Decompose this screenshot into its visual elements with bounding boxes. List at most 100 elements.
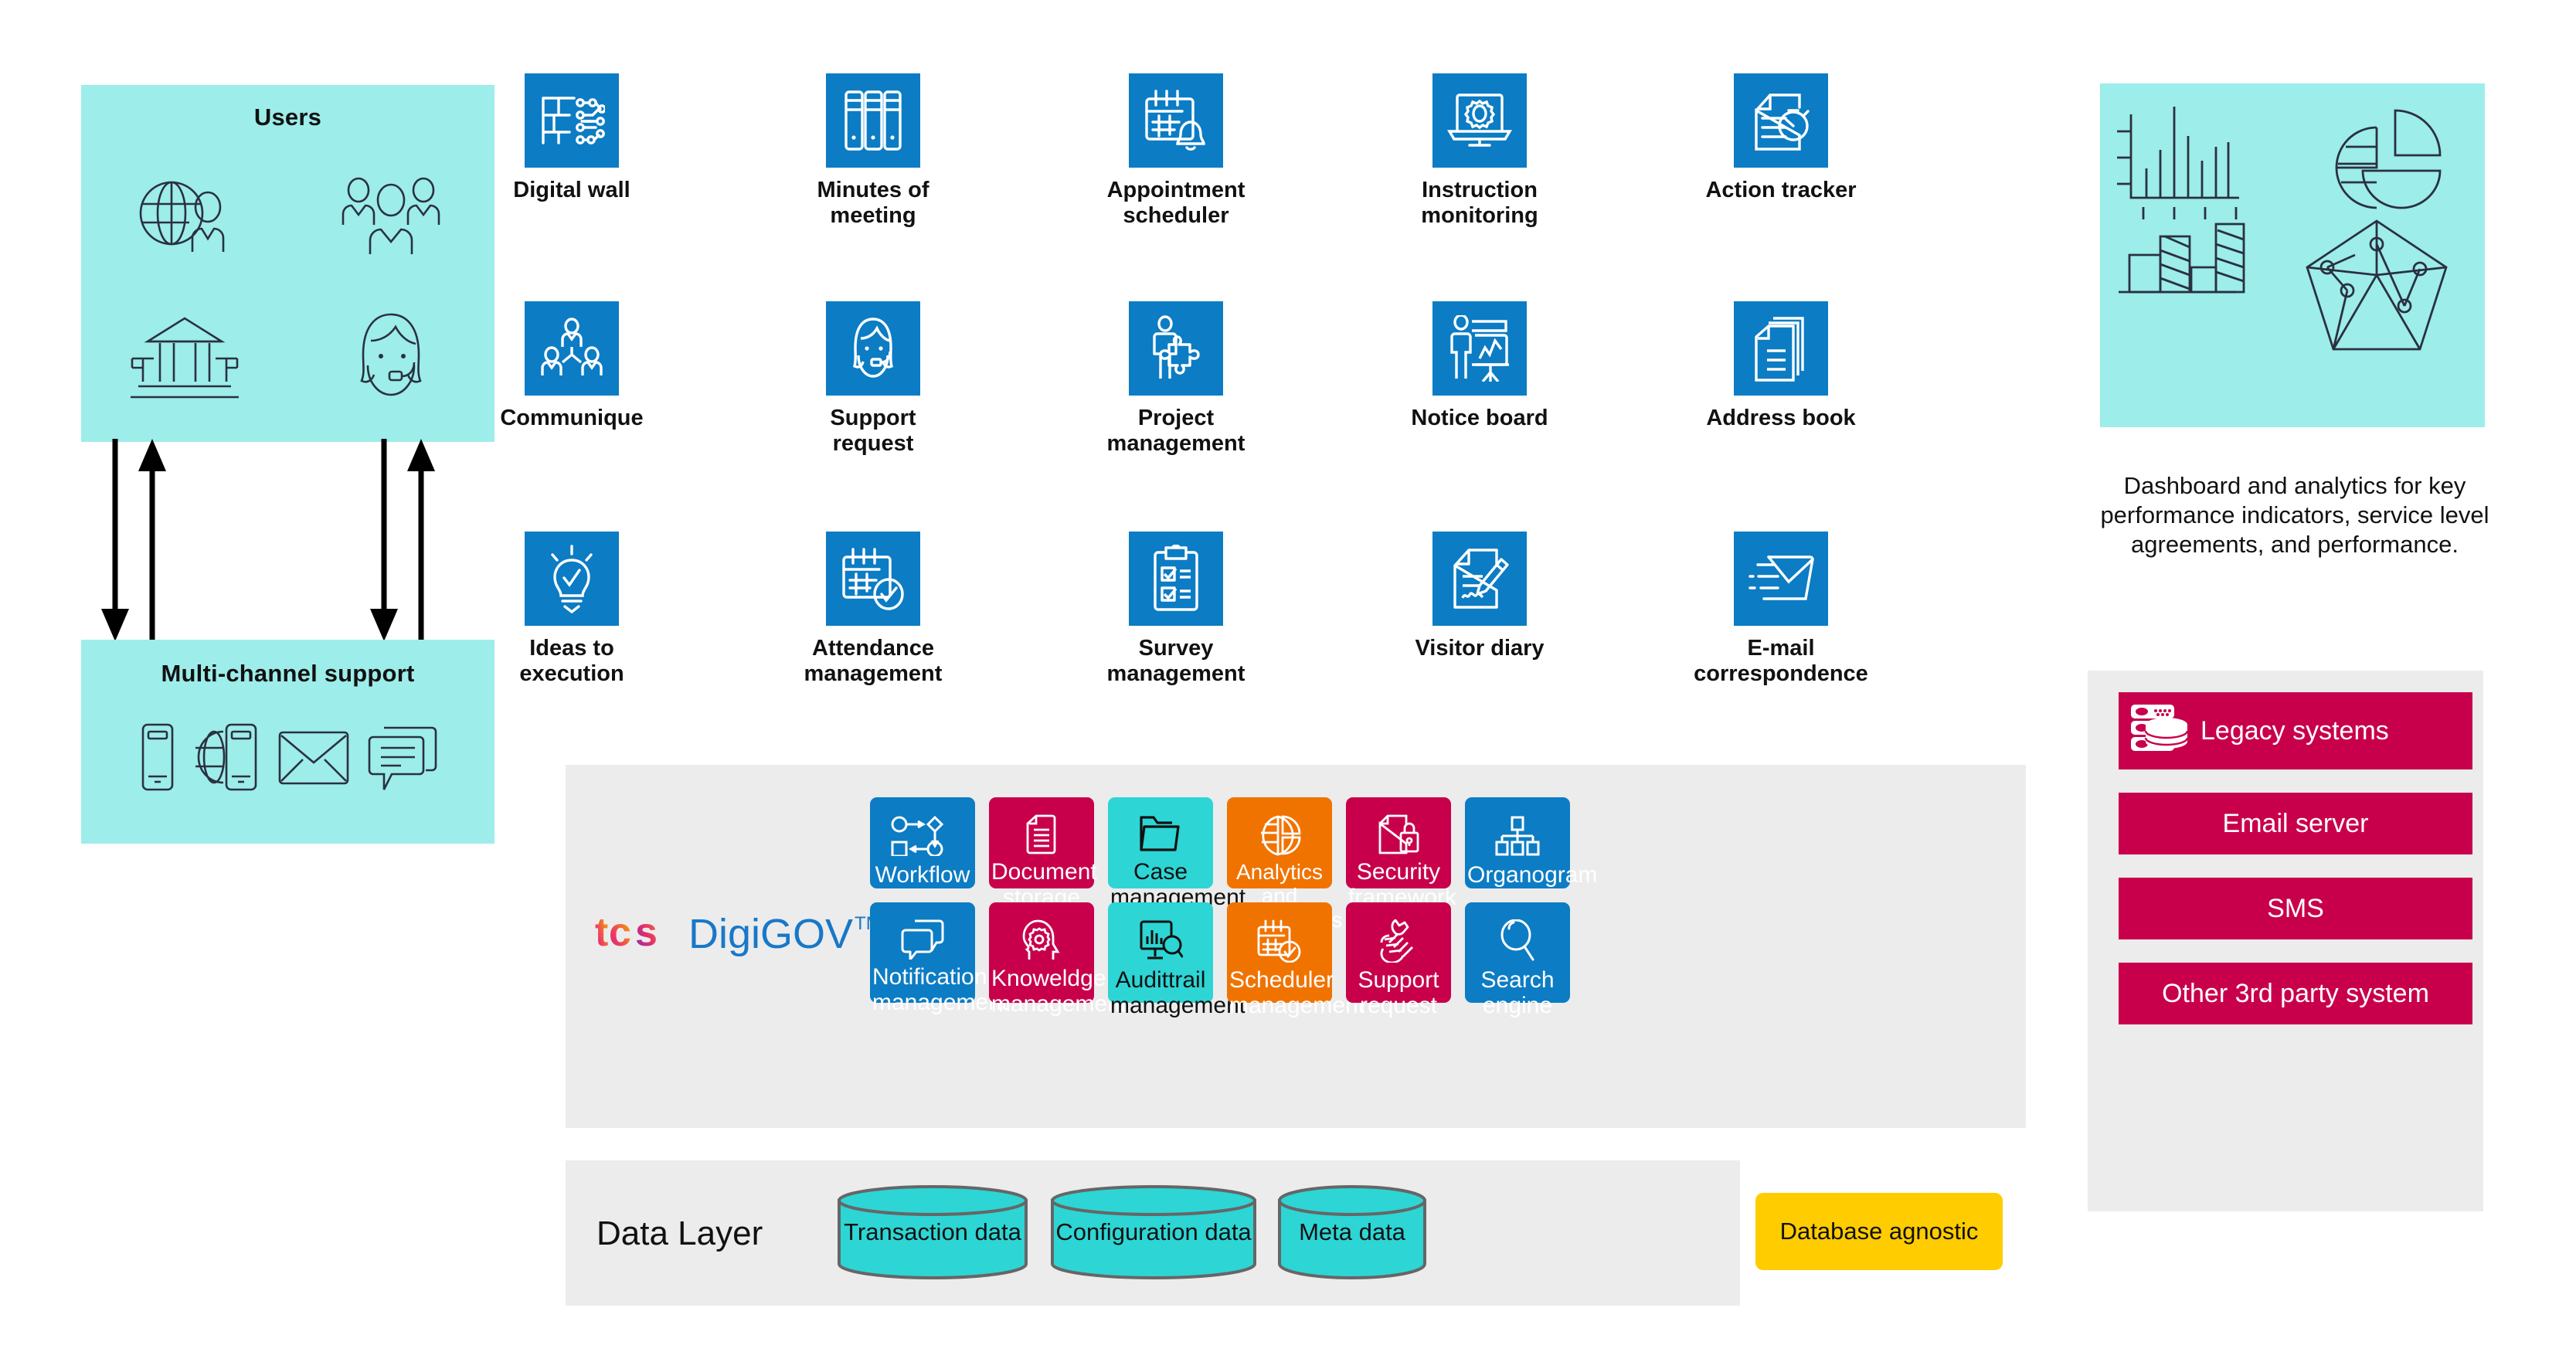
tcs-logo-mark: t c s: [595, 913, 658, 953]
platform-tile-audittrail-management[interactable]: Audittrail management: [1108, 902, 1246, 1018]
module-tile-digital-wall[interactable]: Digital wall: [479, 73, 664, 203]
document-lines-icon: [1026, 814, 1057, 854]
platform-tile-label: Scheduler management: [1229, 967, 1365, 1018]
users-box-title: Users: [253, 104, 322, 131]
users-flow-arrows: [101, 439, 435, 641]
mobile-phone-icon: [138, 722, 177, 796]
globe-mobile-icon: [194, 722, 260, 796]
headset-agent-icon: [826, 301, 920, 396]
multi-channel-icon-row: [81, 722, 494, 797]
module-tile-action-tracker[interactable]: Action tracker: [1688, 73, 1874, 203]
platform-tile-workflow[interactable]: Workflow: [870, 797, 975, 888]
chat-bubbles-icon: [367, 722, 438, 797]
hatched-bar-chart-icon: [2119, 223, 2245, 294]
email-send-icon: [1734, 532, 1828, 626]
dashboard-caption: Dashboard and analytics for key performa…: [2100, 472, 2489, 558]
radar-network-icon: [2306, 219, 2448, 351]
database-agnostic-label: Database agnostic: [1779, 1218, 1979, 1245]
external-system-other-3rd-party[interactable]: Other 3rd party system: [2119, 963, 2472, 1024]
platform-tile-analytics-dashboards[interactable]: Analytics and dashboards: [1227, 797, 1342, 932]
module-tile-survey-management[interactable]: Survey management: [1083, 532, 1269, 687]
org-people-icon: [525, 301, 619, 396]
chat-bubbles-icon: [901, 919, 944, 960]
platform-tile-organogram[interactable]: Organogram: [1465, 797, 1598, 888]
datastore-transaction-data[interactable]: Transaction data: [836, 1185, 1029, 1279]
binders-icon: [826, 73, 920, 168]
person-puzzle-icon: [1129, 301, 1223, 396]
platform-tile-security-framework[interactable]: Security framework: [1346, 797, 1456, 910]
external-system-sms[interactable]: SMS: [2119, 878, 2472, 939]
datastore-meta-data[interactable]: Meta data: [1276, 1185, 1428, 1279]
platform-tile-label: Workflow: [875, 862, 970, 888]
platform-tile-document-storage[interactable]: Document storage: [989, 797, 1097, 910]
module-label: Notice board: [1411, 406, 1548, 430]
module-tile-email-correspondence[interactable]: E-mail correspondence: [1688, 532, 1874, 687]
external-system-label: Other 3rd party system: [2162, 978, 2429, 1008]
module-tile-visitor-diary[interactable]: Visitor diary: [1387, 532, 1572, 661]
platform-tile-label: Organogram: [1467, 862, 1598, 888]
platform-tile-label: Audittrail management: [1110, 967, 1246, 1018]
module-tile-notice-board[interactable]: Notice board: [1387, 301, 1572, 431]
module-label: Appointment scheduler: [1106, 178, 1246, 228]
document-pen-icon: [1432, 532, 1527, 626]
module-tile-minutes-of-meeting[interactable]: Minutes of meeting: [780, 73, 966, 229]
multi-channel-support-box: Multi-channel support: [81, 640, 494, 844]
users-box: Users: [81, 85, 494, 442]
module-label: Project management: [1106, 406, 1246, 456]
multi-channel-support-title: Multi-channel support: [161, 660, 415, 687]
module-tile-attendance-management[interactable]: Attendance management: [780, 532, 966, 687]
digital-wall-icon: [525, 73, 619, 168]
module-label: Communique: [500, 406, 644, 430]
platform-tile-case-management[interactable]: Case management: [1108, 797, 1246, 910]
wrench-hand-icon: [1378, 919, 1419, 963]
module-label: Address book: [1706, 406, 1856, 430]
clipboard-checklist-icon: [1129, 532, 1223, 626]
workflow-diagram-icon: [890, 814, 955, 858]
platform-tile-notification-management[interactable]: Notification management: [870, 902, 1008, 1015]
module-tile-instruction-monitoring[interactable]: Instruction monitoring: [1387, 73, 1572, 229]
government-building-icon: [81, 299, 288, 415]
external-system-email-server[interactable]: Email server: [2119, 793, 2472, 854]
digigov-wordmark: DigiGOV: [688, 911, 854, 957]
presentation-board-icon: [1432, 301, 1527, 396]
module-label: Minutes of meeting: [817, 178, 929, 228]
module-label: Attendance management: [804, 636, 943, 686]
external-system-legacy[interactable]: Legacy systems: [2119, 692, 2472, 769]
platform-tile-search-engine[interactable]: Search engine: [1465, 902, 1570, 1018]
module-tile-address-book[interactable]: Address book: [1688, 301, 1874, 431]
module-tile-ideas-to-execution[interactable]: Ideas to execution: [479, 532, 664, 687]
users-icon-grid: [81, 148, 494, 426]
bar-chart-icon: [2117, 107, 2239, 219]
external-system-label: Email server: [2222, 808, 2369, 838]
support-agent-icon: [288, 299, 495, 415]
module-label: Action tracker: [1705, 178, 1857, 202]
platform-tile-knowledge-management[interactable]: Knoweldge management: [989, 902, 1127, 1017]
magnifier-icon: [1500, 919, 1535, 963]
dashboard-charts-illustration: [2117, 107, 2448, 351]
globe-user-icon: [81, 160, 288, 276]
platform-tile-support-request[interactable]: Support request: [1346, 902, 1451, 1018]
external-system-label: Legacy systems: [2200, 715, 2389, 746]
document-lock-icon: [1377, 814, 1420, 854]
module-tile-project-management[interactable]: Project management: [1083, 301, 1269, 457]
module-tile-appointment-scheduler[interactable]: Appointment scheduler: [1083, 73, 1269, 229]
address-pages-icon: [1734, 301, 1828, 396]
document-stopwatch-icon: [1734, 73, 1828, 168]
platform-tile-scheduler-management[interactable]: Scheduler management: [1227, 902, 1364, 1018]
lightbulb-check-icon: [525, 532, 619, 626]
datastore-configuration-data[interactable]: Configuration data: [1049, 1185, 1258, 1279]
data-layer-title: Data Layer: [596, 1214, 763, 1252]
module-label: Digital wall: [513, 178, 630, 202]
datastore-label: Meta data: [1299, 1218, 1405, 1245]
pie-chart-icon: [2335, 109, 2442, 209]
calendar-bell-icon: [1129, 73, 1223, 168]
platform-tile-label: Notification management: [872, 964, 1008, 1015]
server-database-icon: [2129, 701, 2190, 761]
platform-tile-label: Search engine: [1480, 967, 1555, 1018]
module-tile-communique[interactable]: Communique: [479, 301, 664, 431]
module-label: E-mail correspondence: [1694, 636, 1868, 686]
monitor-chart-search-icon: [1138, 919, 1183, 963]
module-tile-support-request[interactable]: Support request: [780, 301, 966, 457]
module-label: Instruction monitoring: [1421, 178, 1538, 228]
org-chart-icon: [1495, 814, 1540, 858]
